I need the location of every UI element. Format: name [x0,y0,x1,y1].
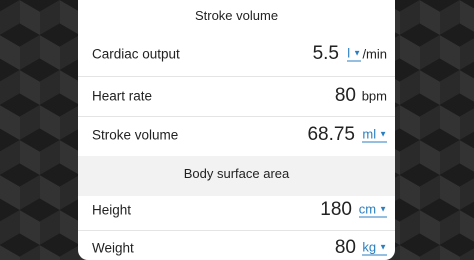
weight-unit-label: kg [362,239,377,255]
cardiac-output-unit-label: l [347,45,351,61]
height-unit-label: cm [358,201,377,217]
height-label: Height [92,202,132,218]
row-heart-rate: Heart rate 80 bpm [78,76,395,116]
row-height: Height 180 cm ▼ [78,190,395,230]
weight-label: Weight [92,240,134,256]
height-unit-select[interactable]: cm ▼ [358,201,387,218]
row-stroke-volume: Stroke volume 68.75 ml ▼ [78,115,395,155]
stroke-volume-unit-label: ml [362,126,377,142]
cardiac-output-label: Cardiac output [92,46,180,62]
weight-value[interactable]: 80 [335,237,356,259]
weight-unit-select[interactable]: kg ▼ [362,241,387,256]
calculator-card: Stroke volume Cardiac output 5.5 l ▼ /min… [78,0,395,260]
height-value[interactable]: 180 [320,199,352,221]
section-header-stroke-volume: Stroke volume [194,8,279,23]
caret-down-icon: ▼ [379,242,387,252]
section-header-body-surface-area: Body surface area [183,166,290,181]
stroke-volume-unit-select[interactable]: ml ▼ [362,128,387,143]
row-cardiac-output: Cardiac output 5.5 l ▼ /min [78,34,395,74]
heart-rate-label: Heart rate [92,88,153,104]
row-weight: Weight 80 kg ▼ [78,228,395,260]
heart-rate-value[interactable]: 80 [335,85,356,107]
cardiac-output-value[interactable]: 5.5 [313,43,339,65]
caret-down-icon: ▼ [353,48,361,58]
caret-down-icon: ▼ [379,204,387,214]
stroke-volume-value[interactable]: 68.75 [307,124,355,146]
stroke-volume-label: Stroke volume [92,127,179,143]
cardiac-output-unit-select[interactable]: l ▼ [347,47,361,62]
cardiac-output-unit-suffix: /min [362,46,387,62]
heart-rate-unit: bpm [361,88,387,104]
caret-down-icon: ▼ [379,129,387,139]
